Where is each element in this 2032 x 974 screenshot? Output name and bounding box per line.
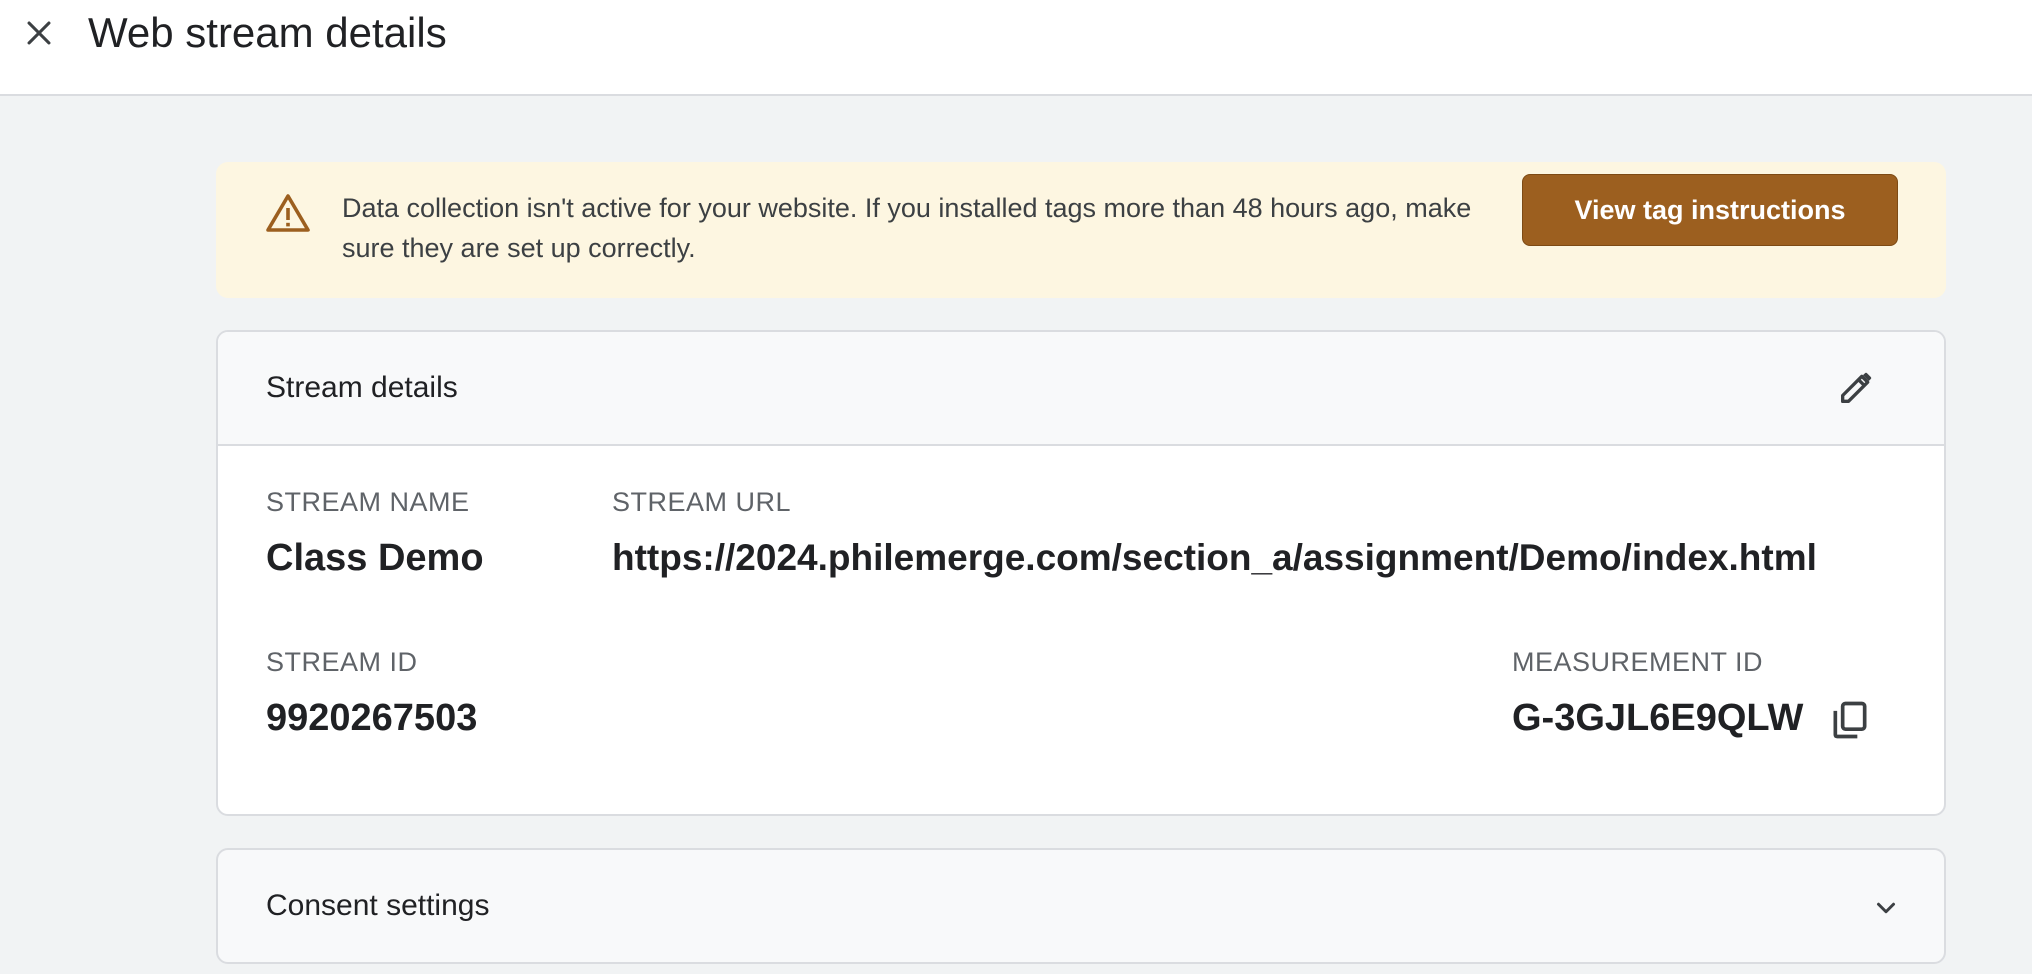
- consent-settings-title: Consent settings: [266, 889, 490, 922]
- measurement-id-label: MEASUREMENT ID: [1512, 647, 1764, 677]
- stream-id-label: STREAM ID: [266, 647, 418, 677]
- stream-id-value: 9920267503: [266, 697, 478, 739]
- top-bar: Web stream details: [0, 0, 2032, 96]
- alert-message: Data collection isn't active for your we…: [342, 193, 1472, 263]
- stream-details-card: Stream details STREAM NAME Class Demo ST…: [216, 330, 1946, 816]
- copy-icon: [1833, 701, 1867, 739]
- measurement-id-value: G-3GJL6E9QLW: [1512, 697, 1804, 739]
- stream-details-header: Stream details: [218, 332, 1944, 446]
- pencil-icon: [1841, 372, 1872, 403]
- stream-url-value: https://2024.philemerge.com/section_a/as…: [612, 537, 1817, 578]
- view-tag-instructions-button[interactable]: View tag instructions: [1522, 174, 1898, 246]
- data-collection-alert: Data collection isn't active for your we…: [216, 162, 1946, 298]
- copy-measurement-id-button[interactable]: [1826, 696, 1874, 744]
- close-icon: [27, 21, 51, 45]
- consent-settings-section[interactable]: Consent settings: [216, 848, 1946, 964]
- stream-name-value: Class Demo: [266, 537, 484, 579]
- stream-url-label: STREAM URL: [612, 487, 792, 517]
- page-title: Web stream details: [88, 9, 447, 56]
- chevron-down-icon: [1877, 902, 1895, 914]
- stream-name-label: STREAM NAME: [266, 487, 470, 517]
- warning-icon: [266, 194, 310, 232]
- stream-details-title: Stream details: [266, 371, 458, 404]
- edit-stream-button[interactable]: [1834, 366, 1878, 410]
- expand-toggle[interactable]: [1868, 890, 1904, 926]
- close-button[interactable]: [18, 12, 60, 54]
